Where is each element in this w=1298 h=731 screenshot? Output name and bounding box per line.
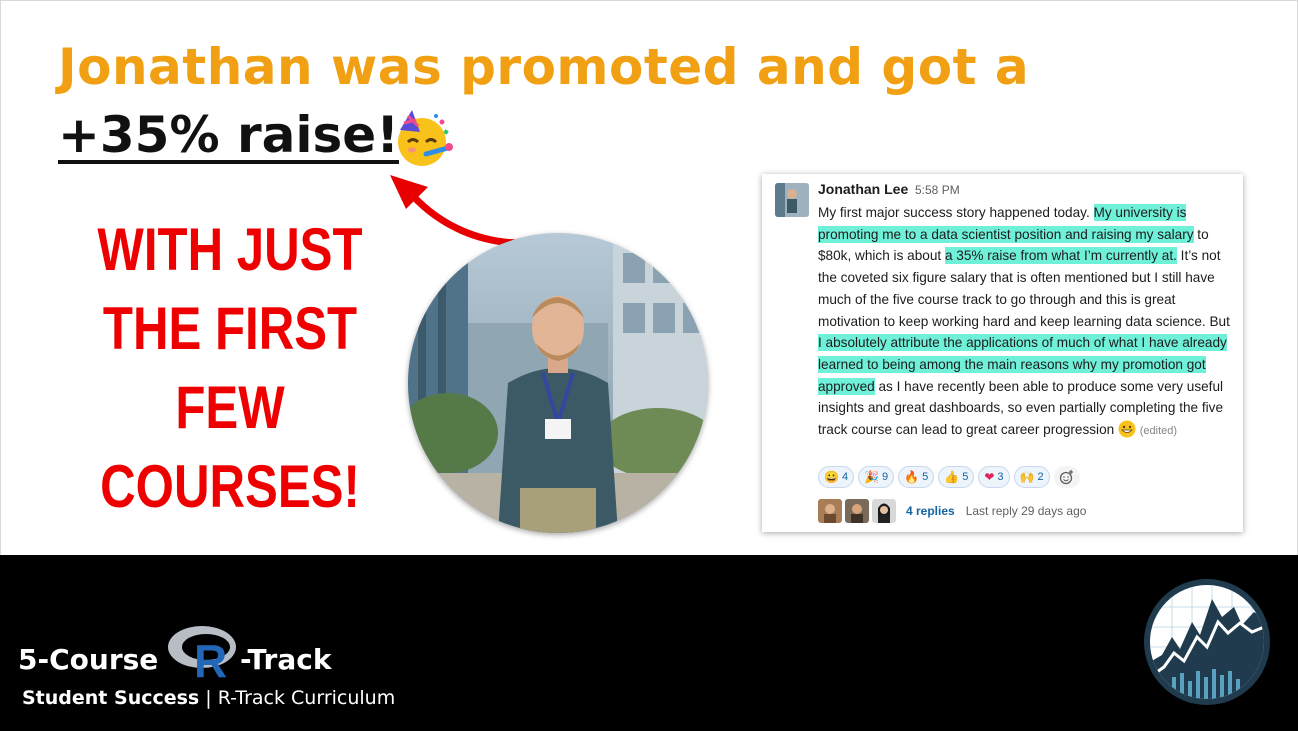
avatar xyxy=(818,499,842,523)
slack-message-card: Jonathan Lee 5:58 PM My first major succ… xyxy=(762,174,1243,532)
callout-line: COURSES! xyxy=(100,453,360,520)
callout-line: THE FIRST xyxy=(102,295,358,362)
reaction-heart[interactable]: ❤ 3 xyxy=(978,466,1010,488)
reaction-count: 2 xyxy=(1037,471,1044,483)
reaction-fire[interactable]: 🔥 5 xyxy=(898,466,935,488)
thread-replies[interactable]: 4 replies Last reply 29 days ago xyxy=(818,499,1086,523)
r-logo-icon: R xyxy=(168,626,236,683)
reaction-thumbs-up[interactable]: 👍 5 xyxy=(938,466,975,488)
r-logo-letter: R xyxy=(194,635,227,683)
callout-line: FEW xyxy=(175,374,285,441)
message-time[interactable]: 5:58 PM xyxy=(915,183,960,197)
callout-line: WITH JUST xyxy=(97,216,363,283)
track-title-prefix: 5-Course xyxy=(18,643,159,676)
profile-photo xyxy=(408,233,708,533)
footer-subtitle-rest: | R-Track Curriculum xyxy=(199,687,396,709)
reaction-smiley[interactable]: 😀 4 xyxy=(818,466,855,488)
fire-icon: 🔥 xyxy=(904,470,920,484)
replies-link[interactable]: 4 replies xyxy=(906,504,955,518)
headline-line-1: Jonathan was promoted and got a xyxy=(58,38,1030,96)
footer-subtitle: Student Success | R-Track Curriculum xyxy=(22,687,395,709)
avatar[interactable] xyxy=(775,183,809,217)
thumbs-up-icon: 👍 xyxy=(944,470,960,484)
smiley-icon: 😀 xyxy=(824,470,839,484)
last-reply-time: Last reply 29 days ago xyxy=(965,504,1087,518)
edited-label: (edited) xyxy=(1139,425,1178,438)
track-title-suffix: -Track xyxy=(240,643,332,676)
avatar xyxy=(845,499,869,523)
reaction-count: 9 xyxy=(882,471,889,483)
heart-icon: ❤ xyxy=(984,470,995,484)
reaction-count: 5 xyxy=(962,471,969,483)
message-body: My first major success story happened to… xyxy=(818,202,1234,443)
reaction-count: 5 xyxy=(922,471,929,483)
callout-text: WITH JUST THE FIRST FEW COURSES! xyxy=(91,210,370,526)
raised-hands-icon: 🙌 xyxy=(1019,470,1035,484)
reaction-raised-hands[interactable]: 🙌 2 xyxy=(1013,466,1050,488)
add-reaction-icon xyxy=(1059,470,1073,485)
partying-face-icon xyxy=(398,110,453,166)
reaction-bar: 😀 4 🎉 9 🔥 5 👍 5 ❤ 3 🙌 2 xyxy=(818,466,1080,488)
grinning-face-icon xyxy=(1118,420,1136,438)
headline-line-2: +35% raise! xyxy=(58,106,399,164)
reaction-count: 3 xyxy=(997,471,1004,483)
avatar xyxy=(872,499,896,523)
reaction-count: 4 xyxy=(841,471,849,483)
footer-subtitle-bold: Student Success xyxy=(22,687,200,709)
business-science-logo-icon xyxy=(1144,579,1270,705)
footer-bar: 5-Course R -Track Student Success | R-Tr… xyxy=(0,555,1298,731)
add-reaction-button[interactable] xyxy=(1053,466,1080,488)
slide: Jonathan was promoted and got a +35% rai… xyxy=(0,0,1298,731)
message-highlight: a 35% raise from what I’m currently at. xyxy=(944,247,1177,265)
party-popper-icon: 🎉 xyxy=(864,470,880,484)
message-author[interactable]: Jonathan Lee xyxy=(818,181,908,197)
message-text: My first major success story happened to… xyxy=(818,205,1094,220)
reaction-party-popper[interactable]: 🎉 9 xyxy=(858,466,895,488)
